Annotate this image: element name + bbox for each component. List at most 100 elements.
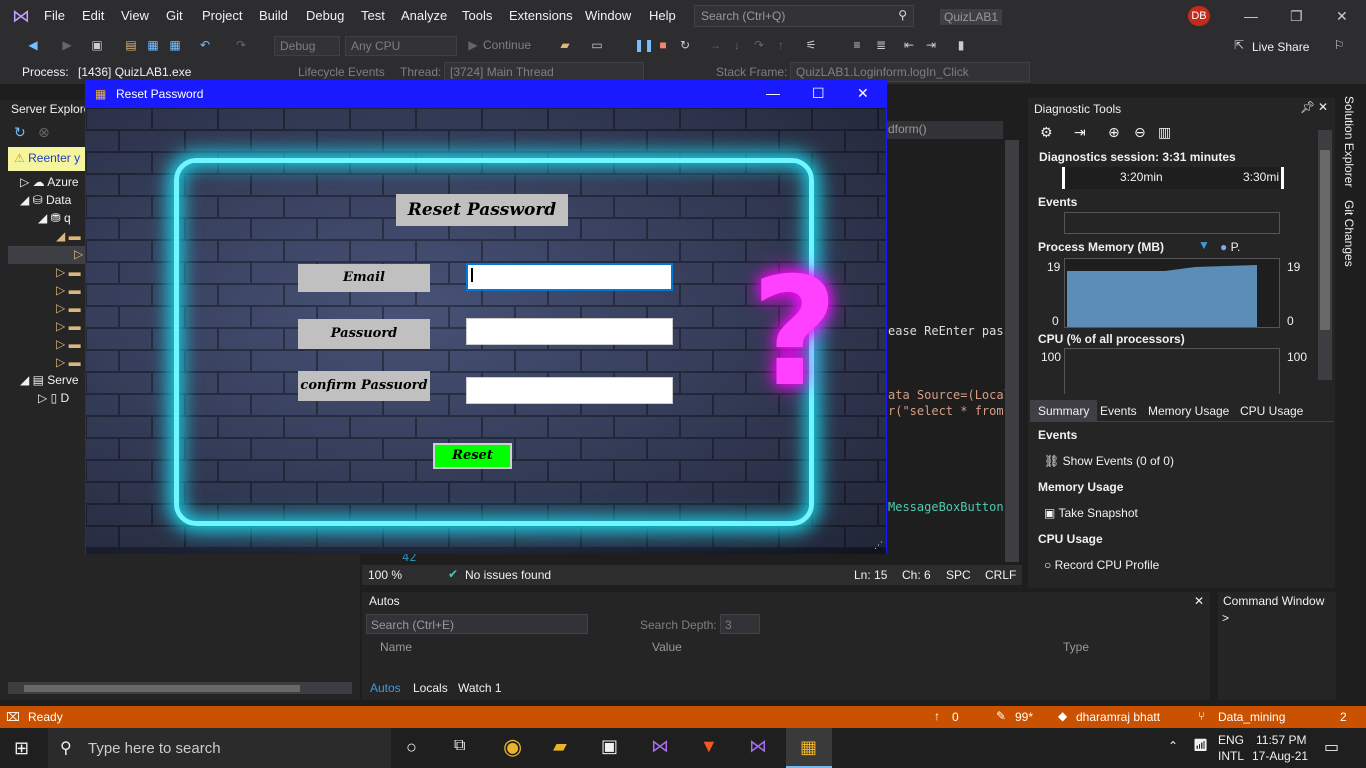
code-nav-combo[interactable]: dform() — [885, 121, 1003, 139]
email-input[interactable] — [466, 263, 673, 291]
password-input[interactable] — [466, 318, 673, 345]
hot-reload-icon[interactable]: ⚟ — [804, 38, 818, 52]
notifications-count[interactable]: 2 — [1340, 710, 1347, 724]
save-icon[interactable]: ▦ — [146, 38, 160, 52]
settings-gear-icon[interactable]: ⚙ — [1040, 124, 1053, 141]
export-icon[interactable]: ⇥ — [1074, 124, 1086, 141]
reset-button[interactable]: Reset — [433, 443, 512, 469]
restore-icon[interactable]: ❐ — [1290, 8, 1303, 25]
col-type-header[interactable]: Type — [1063, 640, 1089, 654]
step-into-icon[interactable]: ↓ — [730, 38, 744, 52]
show-events-link[interactable]: ⛓ Show Events (0 of 0) — [1044, 454, 1174, 468]
git-changes-tab[interactable]: Git Changes — [1342, 200, 1356, 267]
record-cpu-link[interactable]: ○ Record CPU Profile — [1044, 558, 1159, 572]
continue-button[interactable]: Continue — [483, 38, 531, 52]
dialog-maximize-icon[interactable]: ☐ — [812, 85, 825, 102]
crlf-indicator[interactable]: CRLF — [985, 568, 1016, 582]
tree-item-d[interactable]: ▷ ▯ D — [38, 391, 69, 405]
zoom-in-icon[interactable]: ⊕ — [1108, 124, 1120, 141]
tab-locals[interactable]: Locals — [413, 681, 448, 695]
active-app-icon[interactable]: ▦ — [786, 728, 832, 768]
events-track[interactable] — [1064, 212, 1280, 234]
stack-frame-combo[interactable]: QuizLAB1.Loginform.logIn_Click — [790, 62, 1030, 82]
screen-icon[interactable]: ▭ — [590, 38, 604, 52]
stop-icon[interactable]: ■ — [656, 38, 670, 52]
tree-item-q[interactable]: ◢ ⛃ q — [38, 211, 71, 225]
col-name-header[interactable]: Name — [380, 640, 412, 654]
cpu-graph[interactable] — [1064, 348, 1280, 394]
reset-view-icon[interactable]: ▥ — [1158, 124, 1171, 141]
diag-close-icon[interactable]: ✕ — [1318, 100, 1328, 114]
feedback-icon[interactable]: ⚐ — [1332, 38, 1346, 52]
menu-view[interactable]: View — [121, 8, 149, 23]
spc-indicator[interactable]: SPC — [946, 568, 971, 582]
redo-icon[interactable]: ↷ — [234, 38, 248, 52]
pencil-icon[interactable]: ✎ — [996, 709, 1006, 723]
refresh-icon[interactable]: ↻ — [14, 124, 26, 141]
resize-grip-icon[interactable]: ⋰ — [874, 540, 883, 551]
platform-combo[interactable]: Any CPU — [345, 36, 457, 56]
tree-item-data[interactable]: ◢ ⛁ Data — [20, 193, 71, 207]
tree-item-servers[interactable]: ◢ ▤ Serve — [20, 373, 79, 387]
zoom-level[interactable]: 100 % — [368, 568, 402, 582]
new-project-icon[interactable]: ▣ — [90, 38, 104, 52]
dialog-title-bar[interactable]: ▦ Reset Password — ☐ ✕ — [86, 81, 886, 108]
live-share-icon[interactable]: ⇱ — [1232, 38, 1246, 52]
file-explorer-icon[interactable]: ▰ — [553, 736, 567, 757]
menu-test[interactable]: Test — [361, 8, 385, 23]
tab-summary[interactable]: Summary — [1030, 400, 1098, 422]
lang-intl[interactable]: INTL — [1218, 749, 1244, 763]
up-count[interactable]: 0 — [952, 710, 959, 724]
back-icon[interactable]: ◀ — [26, 38, 40, 52]
outdent-icon[interactable]: ⇥ — [924, 38, 938, 52]
stop-refresh-icon[interactable]: ⊗ — [38, 124, 50, 141]
tray-chevron-icon[interactable]: ⌃ — [1168, 739, 1178, 753]
tree-folder-8[interactable]: ▷ ▬ — [56, 355, 81, 369]
tab-events[interactable]: Events — [1100, 404, 1137, 418]
pin-icon[interactable]: 📌︎ — [1300, 100, 1315, 114]
lang-eng[interactable]: ENG — [1218, 733, 1244, 747]
issues-status[interactable]: No issues found — [465, 568, 551, 582]
windows-start-icon[interactable]: ⊞ — [14, 738, 29, 759]
avatar[interactable]: DB — [1188, 6, 1210, 26]
brave-icon[interactable]: ▼ — [700, 736, 718, 757]
pause-icon[interactable]: ❚❚ — [634, 38, 654, 52]
tab-watch1[interactable]: Watch 1 — [458, 681, 502, 695]
take-snapshot-link[interactable]: ▣ Take Snapshot — [1044, 506, 1138, 520]
tree-folder-6[interactable]: ▷ ▬ — [56, 319, 81, 333]
col-value-header[interactable]: Value — [652, 640, 682, 654]
menu-edit[interactable]: Edit — [82, 8, 104, 23]
menu-window[interactable]: Window — [585, 8, 631, 23]
git-user[interactable]: dharamraj bhatt — [1076, 710, 1160, 724]
left-hscrollbar[interactable] — [8, 682, 352, 694]
pencil-count[interactable]: 99* — [1015, 710, 1033, 724]
tree-folder-4[interactable]: ▷ ▬ — [56, 283, 81, 297]
diag-scroll-thumb[interactable] — [1320, 150, 1330, 330]
step-over-icon[interactable]: ↷ — [752, 38, 766, 52]
tree-folder-2[interactable]: ▷ — [74, 247, 83, 261]
close-icon[interactable]: ✕ — [1336, 8, 1348, 25]
live-share-button[interactable]: Live Share — [1252, 40, 1309, 54]
command-prompt[interactable]: > — [1222, 611, 1229, 625]
open-icon[interactable]: ▤ — [124, 38, 138, 52]
process-combo[interactable]: [1436] QuizLAB1.exe — [72, 62, 270, 82]
tree-folder-1[interactable]: ◢ ▬ — [56, 229, 81, 243]
tree-folder-5[interactable]: ▷ ▬ — [56, 301, 81, 315]
menu-file[interactable]: File — [44, 8, 65, 23]
restart-icon[interactable]: ↻ — [678, 38, 692, 52]
confirm-password-input[interactable] — [466, 377, 673, 404]
tab-cpu-usage[interactable]: CPU Usage — [1240, 404, 1303, 418]
up-arrow-icon[interactable]: ↑ — [934, 709, 940, 723]
git-branch[interactable]: Data_mining — [1218, 710, 1285, 724]
code-vscrollbar[interactable] — [1005, 140, 1019, 562]
dialog-minimize-icon[interactable]: — — [766, 85, 780, 101]
minimize-icon[interactable]: — — [1244, 8, 1258, 24]
forward-icon[interactable]: ▶ — [60, 38, 74, 52]
vs-taskbar-icon[interactable]: ⋈ — [651, 736, 669, 757]
step-icon[interactable]: → — [708, 38, 722, 52]
chrome-icon[interactable]: ◉ — [503, 734, 522, 760]
menu-project[interactable]: Project — [202, 8, 242, 23]
task-view-icon[interactable]: ⧉ — [454, 737, 465, 755]
toolbar-misc2-icon[interactable]: ≣ — [874, 38, 888, 52]
tree-folder-7[interactable]: ▷ ▬ — [56, 337, 81, 351]
